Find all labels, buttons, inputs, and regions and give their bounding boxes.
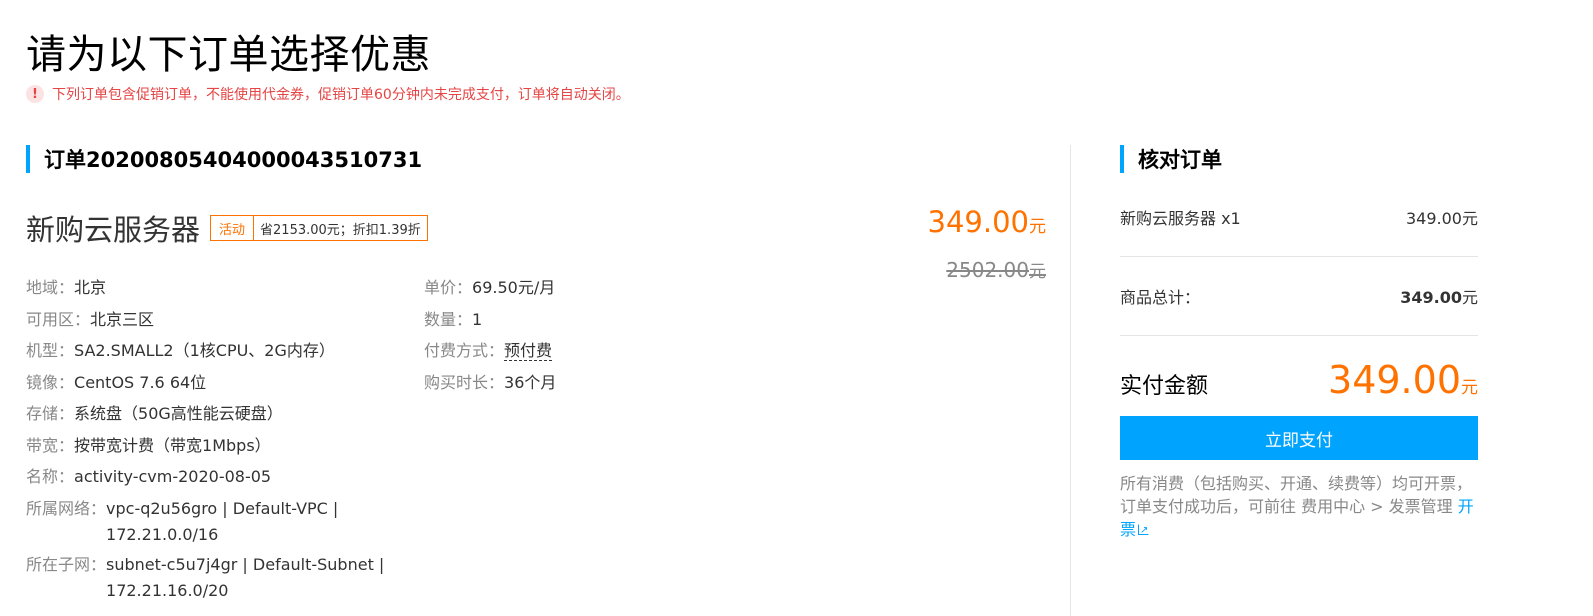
subtotal-row: 商品总计： 349.00元	[1120, 284, 1478, 308]
detail-storage: 存储： 系统盘（50G高性能云硬盘）	[26, 404, 283, 423]
column-divider	[1070, 145, 1071, 616]
order-details-right: 单价： 69.50元/月 数量： 1 付费方式： 预付费 购买时长： 36个月	[424, 272, 684, 398]
detail-region: 地域： 北京	[26, 278, 107, 297]
detail-instance-type: 机型： SA2.SMALL2（1核CPU、2G内存）	[26, 341, 335, 360]
detail-bandwidth: 带宽： 按带宽计费（带宽1Mbps）	[26, 435, 271, 455]
product-name: 新购云服务器	[26, 213, 201, 247]
pay-total-row: 实付金额 349.00元	[1120, 358, 1478, 402]
promo-notice: ! 下列订单包含促销订单，不能使用代金券，促销订单60分钟内未完成支付，订单将自…	[26, 84, 630, 104]
pay-label: 实付金额	[1120, 374, 1209, 399]
promo-text: 省2153.00元；折扣1.39折	[260, 222, 421, 238]
summary-item-name: 新购云服务器 x1	[1120, 209, 1241, 228]
summary-item-row: 新购云服务器 x1 349.00元	[1120, 205, 1478, 229]
divider	[1120, 335, 1478, 336]
divider	[1120, 256, 1478, 257]
detail-subnet: 所在子网： subnet-c5u7j4gr | Default-Subnet | 1…	[26, 554, 385, 600]
order-heading: 订单20200805404000043510731	[26, 145, 1046, 173]
order-details-left: 地域： 北京 可用区： 北京三区 机型： SA2.SMALL2（1核CPU、2G内存）…	[26, 272, 406, 608]
heading-accent-bar	[26, 145, 30, 173]
product-row: 新购云服务器 活动 省2153.00元；折扣1.39折	[26, 207, 428, 249]
summary-item-price: 349.00元	[1406, 209, 1478, 228]
order-summary: 核对订单 新购云服务器 x1 349.00元 商品总计： 349.00元 实付金…	[1120, 145, 1478, 542]
order-section: 订单20200805404000043510731 新购云服务器 活动 省215…	[26, 145, 1046, 600]
order-price-block: 349.00元 2502.00元	[928, 205, 1046, 282]
promo-tag: 活动	[211, 216, 255, 240]
subtotal-label: 商品总计：	[1120, 288, 1201, 307]
detail-duration: 购买时长： 36个月	[424, 372, 557, 392]
detail-image: 镜像： CentOS 7.6 64位	[26, 372, 207, 392]
external-link-icon	[1138, 519, 1150, 542]
detail-quantity: 数量： 1	[424, 309, 483, 329]
heading-accent-bar	[1120, 145, 1124, 173]
invoice-note: 所有消费（包括购买、开通、续费等）均可开票，订单支付成功后，可前往 费用中心 >…	[1120, 472, 1478, 542]
detail-name: 名称： activity-cvm-2020-08-05	[26, 467, 272, 486]
detail-payment-method: 付费方式： 预付费	[424, 341, 553, 361]
order-price: 349.00元	[927, 205, 1046, 239]
pay-now-button[interactable]: 立即支付	[1120, 416, 1478, 460]
detail-unit-price: 单价： 69.50元/月	[424, 278, 556, 297]
original-price: 2502.00元	[946, 258, 1046, 282]
promo-badge: 活动 省2153.00元；折扣1.39折	[210, 215, 428, 241]
summary-heading: 核对订单	[1120, 145, 1478, 173]
pay-amount: 349.00元	[1328, 358, 1478, 402]
payment-method-tooltip[interactable]: 预付费	[504, 341, 553, 361]
detail-network: 所属网络： vpc-q2u56gro | Default-VPC | 172.21.…	[26, 498, 339, 544]
order-number: 订单20200805404000043510731	[44, 148, 423, 172]
detail-zone: 可用区： 北京三区	[26, 309, 155, 329]
exclamation-icon: !	[26, 85, 44, 103]
page-title: 请为以下订单选择优惠	[26, 32, 431, 78]
subtotal-value: 349.00元	[1400, 288, 1478, 307]
notice-text: 下列订单包含促销订单，不能使用代金券，促销订单60分钟内未完成支付，订单将自动关…	[52, 87, 630, 103]
